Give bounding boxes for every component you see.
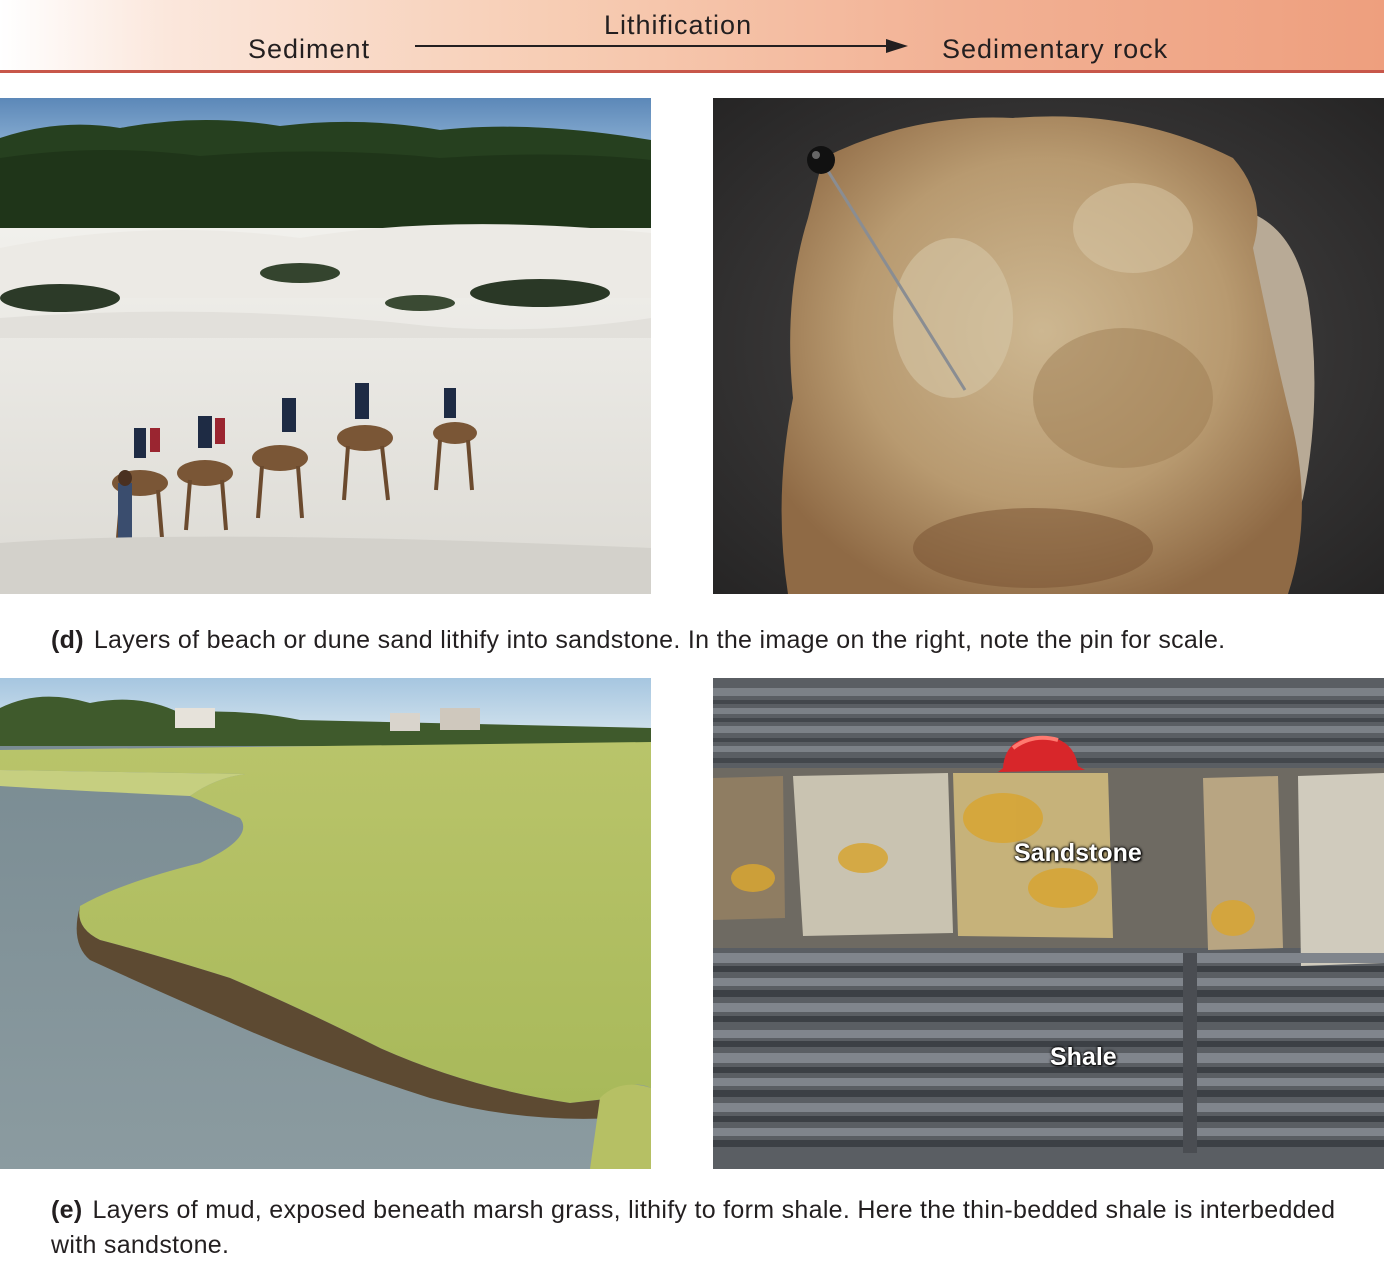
lithification-label: Lithification xyxy=(604,10,753,40)
sandstone-specimen-photo xyxy=(713,98,1384,594)
caption-e: (e) Layers of mud, exposed beneath marsh … xyxy=(51,1193,1351,1263)
dune-camels-photo xyxy=(0,98,651,594)
marsh-grass-photo xyxy=(0,678,651,1169)
caption-e-text: Layers of mud, exposed beneath marsh gra… xyxy=(51,1196,1336,1259)
sedimentary-rock-label: Sedimentary rock xyxy=(942,34,1169,64)
caption-d-text: Layers of beach or dune sand lithify int… xyxy=(93,626,1226,654)
arrow-shaft xyxy=(415,45,890,47)
caption-e-tag: (e) xyxy=(51,1196,83,1224)
sandstone-label: Sandstone xyxy=(1014,839,1142,867)
caption-d: (d) Layers of beach or dune sand lithify … xyxy=(51,623,1371,658)
caption-d-tag: (d) xyxy=(51,626,84,654)
shale-label: Shale xyxy=(1050,1043,1117,1071)
right-arrow-icon xyxy=(886,39,908,53)
sediment-label: Sediment xyxy=(248,34,371,64)
header-divider xyxy=(0,70,1384,73)
shale-sandstone-outcrop-photo: Sandstone Shale xyxy=(713,678,1384,1169)
